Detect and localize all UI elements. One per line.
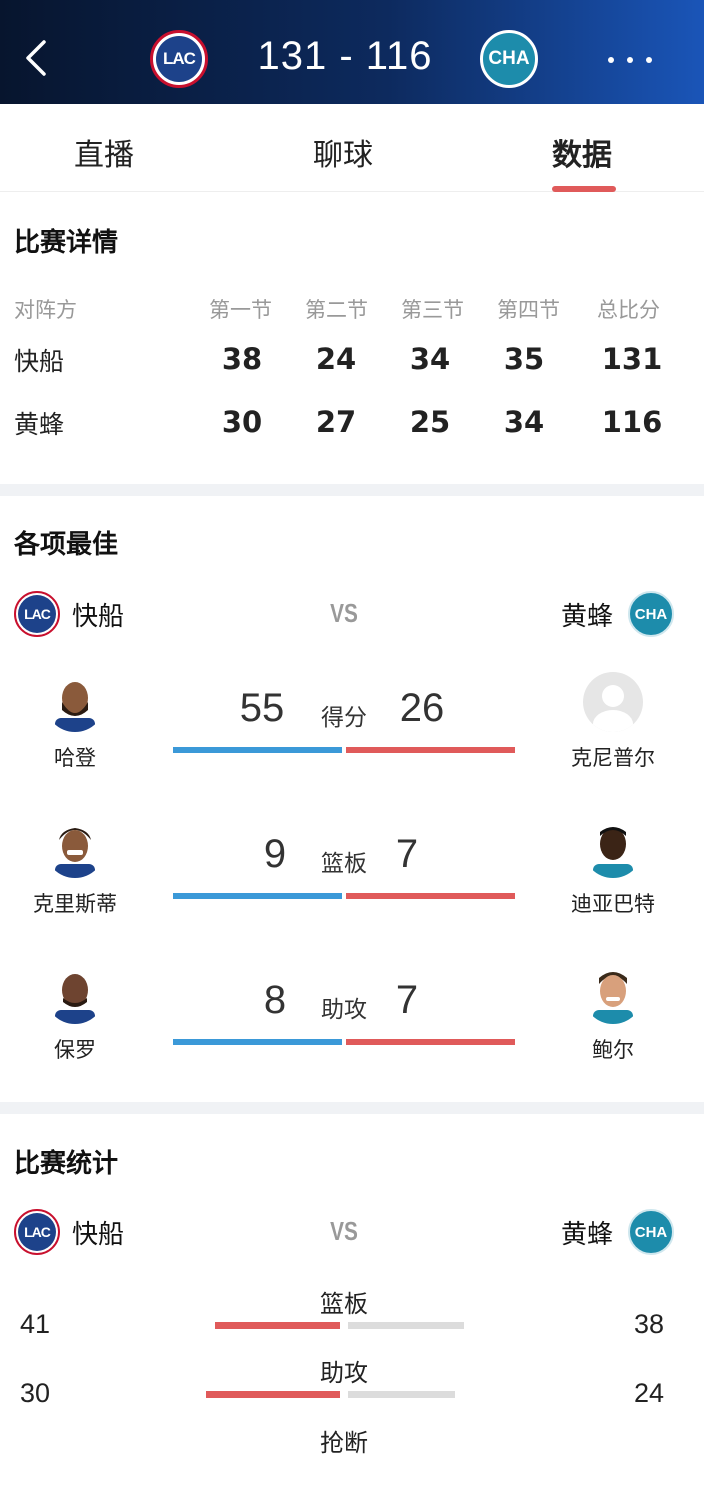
home-logo-text: LAC: [24, 1224, 51, 1240]
q2-score: 24: [315, 342, 357, 376]
away-logo-text: CHA: [488, 48, 530, 69]
away-player-name: 克尼普尔: [571, 746, 655, 770]
away-value-bar: [346, 893, 515, 899]
home-team-logo-small: LAC: [14, 1209, 60, 1255]
column-header-q2: 第二节: [305, 298, 368, 322]
home-team-name: 快船: [72, 602, 125, 632]
home-logo-text: LAC: [163, 49, 196, 68]
away-value-bar: [346, 1039, 515, 1045]
match-details-title: 比赛详情: [14, 228, 119, 258]
section-divider: [0, 484, 704, 496]
q1-score: 38: [221, 342, 263, 376]
q4-score: 35: [503, 342, 545, 376]
home-stat-value: 30: [20, 1378, 51, 1408]
player-avatar-icon: [583, 672, 643, 732]
q1-score: 30: [221, 405, 263, 439]
home-player-name: 哈登: [54, 746, 96, 770]
game-stats-title: 比赛统计: [14, 1149, 119, 1179]
back-arrow-icon[interactable]: [22, 38, 52, 78]
home-value-bar: [173, 1039, 342, 1045]
stat-label: 助攻: [320, 1359, 368, 1387]
home-team-logo-small: LAC: [14, 591, 60, 637]
home-team-name: 快船: [72, 1220, 125, 1250]
away-logo-text: CHA: [634, 1223, 668, 1241]
vs-label: VS: [330, 598, 358, 628]
home-leader-value: 8: [263, 978, 287, 1022]
home-leader-value: 55: [239, 686, 285, 730]
away-leader-value: 7: [395, 978, 419, 1022]
total-score: 116: [601, 405, 663, 439]
home-value-bar: [173, 747, 342, 753]
away-stat-value: 38: [634, 1309, 665, 1339]
row-team-name: 快船: [14, 347, 65, 376]
away-stat-value: 24: [634, 1378, 665, 1408]
away-player-name: 迪亚巴特: [571, 892, 655, 916]
player-avatar-icon: [583, 964, 643, 1024]
vs-label: VS: [330, 1216, 358, 1246]
home-stat-value: 41: [20, 1309, 51, 1339]
column-header-q4: 第四节: [497, 298, 560, 322]
q3-score: 25: [409, 405, 451, 439]
home-logo-text: LAC: [24, 606, 51, 622]
home-player-name: 克里斯蒂: [33, 892, 117, 916]
home-player-name: 保罗: [54, 1038, 96, 1062]
home-team-logo[interactable]: LAC: [150, 30, 208, 88]
tab-chat[interactable]: 聊球: [313, 130, 373, 174]
column-header-q1: 第一节: [209, 298, 272, 322]
tab-live[interactable]: 直播: [74, 130, 134, 174]
home-value-bar: [173, 893, 342, 899]
away-player-name: 鲍尔: [592, 1038, 634, 1062]
more-dots-icon[interactable]: [608, 57, 652, 63]
column-header-team: 对阵方: [14, 298, 77, 322]
section-divider: [0, 1102, 704, 1114]
q3-score: 34: [409, 342, 451, 376]
away-team-logo[interactable]: CHA: [480, 30, 538, 88]
away-leader-value: 7: [395, 832, 419, 876]
away-logo-text: CHA: [634, 605, 668, 623]
active-tab-indicator: [552, 186, 616, 192]
column-header-q3: 第三节: [401, 298, 464, 322]
q4-score: 34: [503, 405, 545, 439]
player-avatar-icon: [45, 818, 105, 878]
top-bar: LAC 131 - 116 CHA: [0, 0, 704, 104]
away-team-name: 黄蜂: [561, 602, 614, 632]
away-stat-bar: [348, 1391, 455, 1398]
score-display: 131 - 116: [257, 34, 433, 78]
leaders-title: 各项最佳: [14, 530, 119, 560]
away-value-bar: [346, 747, 515, 753]
tab-bar: 直播 聊球 数据: [0, 104, 704, 192]
home-stat-bar: [215, 1322, 340, 1329]
away-leader-value: 26: [399, 686, 445, 730]
away-stat-bar: [348, 1322, 464, 1329]
player-avatar-icon: [45, 672, 105, 732]
column-header-total: 总比分: [597, 298, 660, 322]
player-avatar-icon: [45, 964, 105, 1024]
away-team-name: 黄蜂: [561, 1220, 614, 1250]
leader-category: 得分: [321, 705, 367, 731]
total-score: 131: [601, 342, 663, 376]
home-stat-bar: [206, 1391, 340, 1398]
player-avatar-icon: [583, 818, 643, 878]
home-leader-value: 9: [263, 832, 287, 876]
away-team-logo-small: CHA: [628, 591, 674, 637]
stat-label: 篮板: [320, 1290, 368, 1318]
away-team-logo-small: CHA: [628, 1209, 674, 1255]
stat-label: 抢断: [320, 1429, 368, 1457]
row-team-name: 黄蜂: [14, 410, 65, 439]
q2-score: 27: [315, 405, 357, 439]
tab-data[interactable]: 数据: [552, 130, 612, 174]
